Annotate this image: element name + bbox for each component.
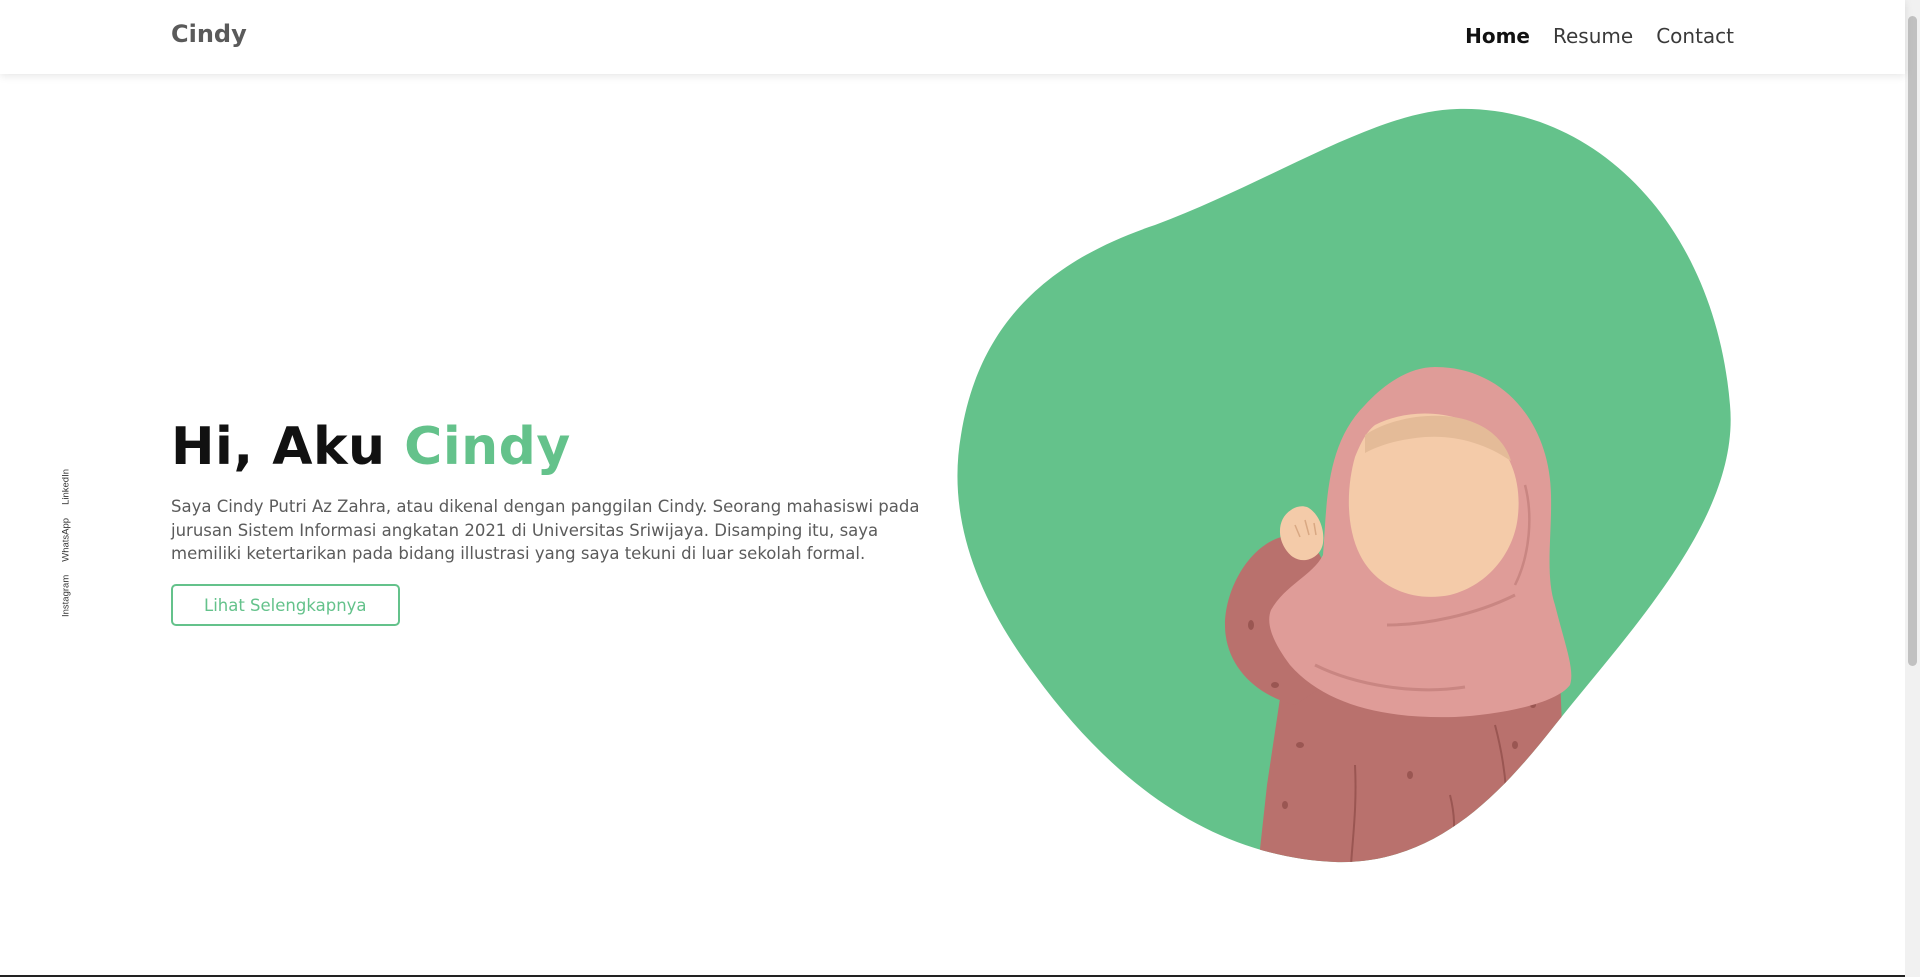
nav-contact[interactable]: Contact <box>1656 24 1734 48</box>
social-links: Instagram WhatsApp LinkedIn <box>58 466 74 620</box>
scrollbar-thumb[interactable] <box>1908 16 1917 666</box>
nav-links: Home Resume Contact <box>1465 24 1734 48</box>
hero-title: Hi, Aku Cindy <box>171 415 931 479</box>
social-linkedin[interactable]: LinkedIn <box>61 469 72 505</box>
girl-in-hijab-waving-illustration <box>957 108 1731 863</box>
hero-name: Cindy <box>404 417 571 477</box>
brand-logo[interactable]: Cindy <box>171 20 247 48</box>
hero-description: Saya Cindy Putri Az Zahra, atau dikenal … <box>171 497 920 563</box>
see-more-button[interactable]: Lihat Selengkapnya <box>171 583 400 626</box>
nav-home[interactable]: Home <box>1465 24 1530 48</box>
scrollbar[interactable] <box>1905 0 1920 977</box>
hero-illustration <box>955 105 1735 865</box>
social-instagram[interactable]: Instagram <box>61 575 72 617</box>
hero-section: Hi, Aku Cindy Saya Cindy Putri Az Zahra,… <box>171 415 931 626</box>
social-whatsapp[interactable]: WhatsApp <box>61 518 72 562</box>
navbar: Cindy Home Resume Contact <box>0 0 1905 74</box>
nav-resume[interactable]: Resume <box>1553 24 1633 48</box>
hero-greeting: Hi, Aku <box>171 417 386 477</box>
